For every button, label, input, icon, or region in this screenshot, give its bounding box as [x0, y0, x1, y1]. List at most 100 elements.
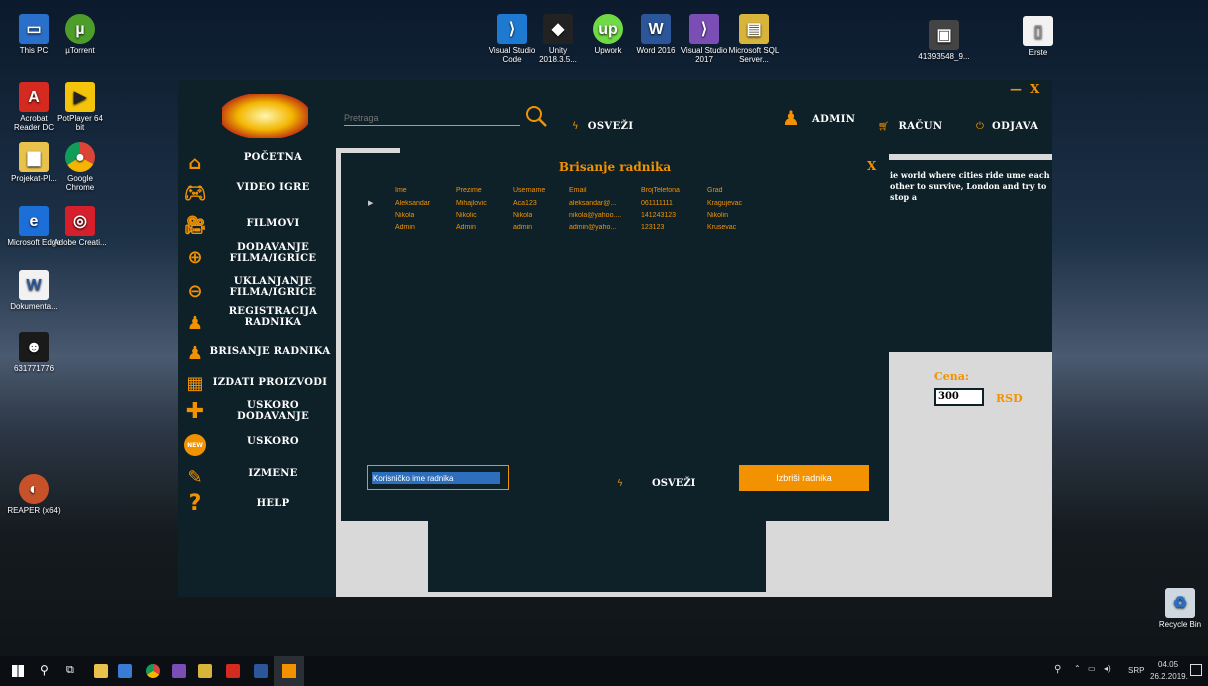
cell-username: admin [513, 224, 533, 231]
cell-grad: Krusevac [707, 224, 737, 231]
app-header: ϟ OSVEŽI ♟ ADMIN 🛒︎ RAČUN ⏻ ODJAVA — X [178, 80, 1052, 148]
desktop-icon-dokumenta[interactable]: W Dokumenta... [6, 270, 62, 311]
sidebar-item-uskoro[interactable]: NEW USKORO [178, 432, 336, 458]
worker-username-box [367, 465, 509, 490]
visual-studio-icon: ⟩ [689, 14, 719, 44]
tray-volume-icon[interactable]: ◂) [1104, 664, 1111, 673]
price-label: Cena: [934, 370, 969, 383]
dialog-title: Brisanje radnika [558, 160, 672, 174]
sidebar-item-uskoro-dodavanje[interactable]: ✚ USKORO DODAVANJE [178, 398, 336, 428]
sidebar-item-help[interactable]: ? HELP [178, 490, 336, 516]
minimize-button[interactable]: — [1010, 82, 1022, 96]
column-header-prezime[interactable]: Prezime [456, 187, 482, 194]
file-icon: ▯ [1023, 16, 1053, 46]
desktop-icon-label: Unity 2018.3.5... [539, 46, 577, 64]
sidebar-item-label: UKLANJANJE FILMA/IGRICE [229, 276, 317, 298]
sidebar-item-label: IZMENE [248, 468, 298, 479]
remove-user-icon: ♟ [186, 342, 204, 364]
sidebar-item-label: POČETNA [243, 152, 303, 163]
cell-username: Nikola [513, 212, 533, 219]
desktop-icon-visual-studio[interactable]: ⟩ Visual Studio 2017 [676, 14, 732, 64]
sidebar-item-label: USKORO [247, 436, 299, 447]
tray-date[interactable]: 26.2.2019. [1150, 672, 1188, 681]
desktop-icon-label: Dokumenta... [10, 302, 58, 311]
sidebar-item-filmovi[interactable]: 🎥︎ FILMOVI [178, 212, 336, 238]
sql-server-icon[interactable] [198, 664, 212, 678]
chrome-icon[interactable] [146, 664, 160, 678]
desktop-icon-label: Recycle Bin [1158, 620, 1202, 629]
tray-time[interactable]: 04.05 [1158, 660, 1178, 669]
desktop-icon-sql-server[interactable]: ▤ Microsoft SQL Server... [726, 14, 782, 64]
price-field[interactable]: 300 [934, 388, 984, 406]
tray-person-icon[interactable]: ⚲ [1054, 664, 1061, 675]
visual-studio-icon[interactable] [172, 664, 186, 678]
column-header-email[interactable]: Email [569, 187, 587, 194]
desktop-icon-label: PotPlayer 64 bit [57, 114, 103, 132]
notifications-icon[interactable] [1190, 664, 1202, 676]
desktop-icon-utorrent[interactable]: µ µTorrent [52, 14, 108, 55]
dialog-close-button[interactable]: X [867, 159, 876, 173]
desktop-icon-erste[interactable]: ▯ Erste [1010, 16, 1066, 57]
dialog-refresh-button[interactable]: ϟ OSVEŽI [617, 471, 695, 490]
sidebar-item-brisanje[interactable]: ♟ BRISANJE RADNIKA [178, 340, 336, 366]
sidebar-item-video-igre[interactable]: 🎮︎ VIDEO IGRE [178, 180, 336, 206]
column-header-username[interactable]: Username [513, 187, 545, 194]
desktop-icon-chrome[interactable]: ● Google Chrome [52, 142, 108, 192]
desktop-icon-label: Erste [1028, 48, 1048, 57]
desktop-icon-potplayer[interactable]: ▶ PotPlayer 64 bit [52, 82, 108, 132]
sidebar-item-pocetna[interactable]: ⌂ POČETNA [178, 150, 336, 176]
cart-icon: 🛒︎ [878, 122, 890, 132]
task-view-icon[interactable]: ⧉ [66, 663, 74, 677]
active-app-tab[interactable] [274, 656, 304, 686]
cell-grad: Kragujevac [707, 200, 743, 207]
pencil-icon: ✎ [187, 466, 203, 488]
tray-network-icon[interactable]: ▭ [1088, 664, 1096, 673]
upwork-icon: up [593, 14, 623, 44]
desktop-icon-adobe-cc[interactable]: ◎ Adobe Creati... [52, 206, 108, 247]
windows-start-icon[interactable] [12, 665, 24, 677]
file-explorer-icon[interactable] [94, 664, 108, 678]
worker-username-input[interactable] [372, 472, 500, 484]
lightning-icon: ϟ [617, 479, 623, 489]
desktop-icon-unity[interactable]: ◆ Unity 2018.3.5... [530, 14, 586, 64]
header-refresh-button[interactable]: ϟ OSVEŽI [572, 114, 633, 133]
taskbar: ⚲ ⧉ ⚲ ⌃ ▭ ◂) SRP 04.05 26.2.2019. [0, 656, 1208, 686]
movie-description-panel: ie world where cities ride ume each othe… [878, 160, 1052, 352]
column-header-broj-telefona[interactable]: BrojTelefona [641, 187, 680, 194]
desktop-icon-631771776[interactable]: ☻ 631771776 [6, 332, 62, 373]
background-lower-panel [428, 520, 766, 592]
acrobat-icon[interactable] [226, 664, 240, 678]
cell-email: admin@yaho... [569, 224, 617, 231]
column-header-grad[interactable]: Grad [707, 187, 723, 194]
desktop-icon-recycle-bin[interactable]: ♻ Recycle Bin [1152, 588, 1208, 629]
sidebar-item-label: REGISTRACIJA RADNIKA [228, 306, 318, 328]
sidebar-item-izmene[interactable]: ✎ IZMENE [178, 464, 336, 490]
search-icon[interactable]: ⚲ [40, 663, 49, 677]
tray-chevron-up-icon[interactable]: ⌃ [1074, 664, 1081, 673]
sidebar-item-label: HELP [256, 498, 290, 509]
sidebar-item-registracija[interactable]: ♟ REGISTRACIJA RADNIKA [178, 306, 336, 336]
cell-broj-telefona: 141243123 [641, 212, 677, 219]
column-header-ime[interactable]: Ime [395, 187, 407, 194]
search-icon[interactable] [524, 104, 548, 128]
unity-icon[interactable] [118, 664, 132, 678]
admin-label: ADMIN [812, 114, 856, 125]
potplayer-icon: ▶ [65, 82, 95, 112]
tray-language[interactable]: SRP [1128, 666, 1144, 675]
account-label: RAČUN [898, 121, 943, 132]
sidebar-item-uklanjanje[interactable]: ⊖ UKLANJANJE FILMA/IGRICE [178, 274, 336, 304]
app-close-button[interactable]: X [1030, 82, 1039, 96]
word-icon[interactable] [254, 664, 268, 678]
desktop-icon-reaper[interactable]: ◐ REAPER (x64) [6, 474, 62, 515]
desktop-icon-41393548[interactable]: ▣ 41393548_9... [916, 20, 972, 61]
dialog-refresh-label: OSVEŽI [652, 478, 696, 489]
delete-worker-button[interactable]: Izbriši radnika [739, 465, 869, 491]
delete-worker-dialog: Brisanje radnika X Ime Prezime Username … [341, 153, 889, 521]
sidebar-item-izdati[interactable]: ▦ IZDATI PROIZVODI [178, 370, 336, 396]
sidebar-item-dodavanje[interactable]: ⊕ DODAVANJE FILMA/IGRICE [178, 240, 336, 270]
logout-button[interactable]: ⏻ ODJAVA [976, 114, 1038, 133]
account-button[interactable]: 🛒︎ RAČUN [878, 114, 942, 133]
sql-server-icon: ▤ [739, 14, 769, 44]
search-input[interactable] [344, 110, 520, 126]
desktop-icon-label: 631771776 [13, 364, 55, 373]
